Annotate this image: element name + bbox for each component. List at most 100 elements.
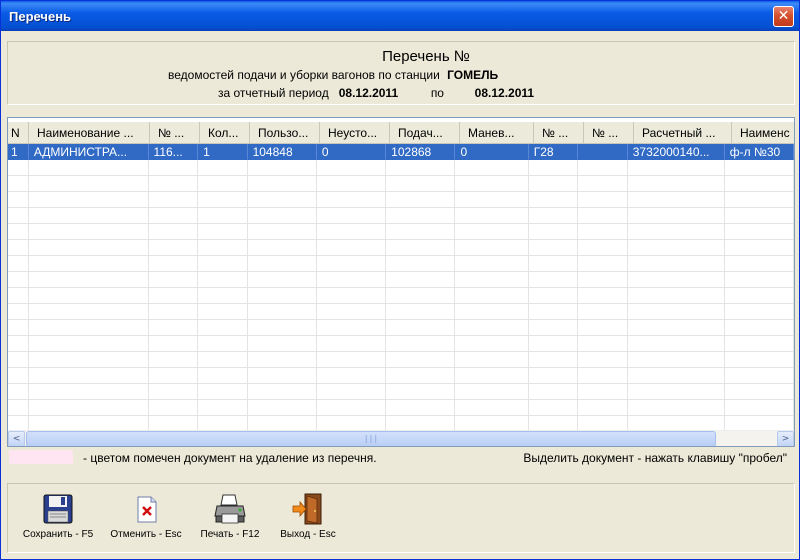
- empty-cell: [198, 304, 248, 320]
- column-header[interactable]: Неусто...: [320, 122, 390, 144]
- empty-cell: [528, 384, 579, 400]
- empty-cell: [627, 352, 725, 368]
- empty-cell: [386, 400, 456, 416]
- deleted-color-swatch: [9, 450, 73, 464]
- save-button[interactable]: Сохранить - F5: [16, 492, 100, 548]
- empty-cell: [198, 160, 248, 176]
- empty-cell: [316, 192, 387, 208]
- empty-cell: [28, 400, 149, 416]
- table-cell: Г28: [528, 144, 579, 160]
- empty-cell: [148, 368, 199, 384]
- empty-cell: [148, 224, 199, 240]
- empty-cell: [528, 368, 579, 384]
- title-bar[interactable]: Перечень ✕: [1, 1, 799, 31]
- empty-row: [8, 352, 794, 368]
- empty-cell: [455, 288, 529, 304]
- scroll-left-button[interactable]: <: [8, 431, 25, 446]
- exit-button[interactable]: Выход - Esc: [270, 492, 346, 548]
- column-header[interactable]: Наименование ...: [29, 122, 150, 144]
- empty-cell: [8, 256, 29, 272]
- empty-cell: [8, 368, 29, 384]
- legend-text: - цветом помечен документ на удаление из…: [83, 451, 377, 465]
- empty-cell: [8, 400, 29, 416]
- empty-cell: [724, 176, 794, 192]
- printer-icon: [214, 494, 246, 524]
- column-header[interactable]: Пользо...: [250, 122, 320, 144]
- empty-cell: [528, 192, 579, 208]
- empty-cell: [724, 304, 794, 320]
- column-header[interactable]: Кол...: [200, 122, 250, 144]
- empty-cell: [8, 304, 29, 320]
- empty-row: [8, 208, 794, 224]
- empty-cell: [316, 256, 387, 272]
- empty-cell: [386, 304, 456, 320]
- empty-row: [8, 224, 794, 240]
- toolbar: Сохранить - F5 Отменить - Esc Печать - F…: [7, 483, 795, 553]
- cancel-button[interactable]: Отменить - Esc: [104, 492, 188, 548]
- selection-hint: Выделить документ - нажать клавишу "проб…: [523, 451, 787, 465]
- print-button[interactable]: Печать - F12: [194, 492, 266, 548]
- horizontal-scrollbar[interactable]: < ||| >: [8, 430, 794, 446]
- empty-cell: [8, 160, 29, 176]
- empty-cell: [28, 384, 149, 400]
- column-header[interactable]: № ...: [150, 122, 200, 144]
- empty-cell: [724, 240, 794, 256]
- empty-row: [8, 176, 794, 192]
- station-name: ГОМЕЛЬ: [447, 68, 499, 82]
- empty-cell: [578, 272, 628, 288]
- column-header[interactable]: № ...: [534, 122, 584, 144]
- empty-cell: [627, 176, 725, 192]
- empty-cell: [316, 336, 387, 352]
- empty-cell: [28, 240, 149, 256]
- column-header[interactable]: № ...: [584, 122, 634, 144]
- empty-cell: [8, 352, 29, 368]
- empty-cell: [148, 304, 199, 320]
- close-button[interactable]: ✕: [773, 6, 794, 27]
- empty-cell: [386, 336, 456, 352]
- empty-cell: [627, 336, 725, 352]
- empty-cell: [198, 352, 248, 368]
- column-header[interactable]: Наименс: [732, 122, 794, 144]
- table-cell: 0: [316, 144, 387, 160]
- documents-grid[interactable]: N Наименование ... № ... Кол... Пользо..…: [7, 117, 795, 447]
- column-header[interactable]: Манев...: [460, 122, 534, 144]
- empty-cell: [316, 224, 387, 240]
- scroll-right-button[interactable]: >: [777, 431, 794, 446]
- empty-cell: [198, 224, 248, 240]
- empty-cell: [386, 352, 456, 368]
- empty-cell: [386, 384, 456, 400]
- empty-cell: [198, 400, 248, 416]
- empty-cell: [316, 304, 387, 320]
- empty-cell: [28, 256, 149, 272]
- empty-cell: [578, 224, 628, 240]
- empty-cell: [528, 352, 579, 368]
- empty-cell: [455, 256, 529, 272]
- empty-cell: [528, 400, 579, 416]
- empty-cell: [247, 160, 317, 176]
- empty-cell: [578, 240, 628, 256]
- empty-row: [8, 368, 794, 384]
- empty-cell: [724, 368, 794, 384]
- grid-body: 1 АДМИНИСТРА... 116... 1 104848 0 102868…: [8, 144, 794, 432]
- empty-cell: [247, 192, 317, 208]
- empty-cell: [8, 208, 29, 224]
- empty-cell: [578, 400, 628, 416]
- column-header[interactable]: Расчетный ...: [634, 122, 732, 144]
- empty-cell: [316, 176, 387, 192]
- empty-cell: [528, 320, 579, 336]
- empty-cell: [578, 208, 628, 224]
- empty-cell: [28, 208, 149, 224]
- empty-cell: [28, 176, 149, 192]
- empty-cell: [316, 400, 387, 416]
- empty-cell: [247, 208, 317, 224]
- table-cell: 0: [455, 144, 529, 160]
- legend-row: - цветом помечен документ на удаление из…: [7, 449, 795, 467]
- cancel-label: Отменить - Esc: [110, 529, 182, 540]
- column-header[interactable]: N: [8, 122, 29, 144]
- scroll-thumb[interactable]: |||: [26, 431, 716, 446]
- empty-cell: [148, 240, 199, 256]
- empty-cell: [386, 160, 456, 176]
- column-header[interactable]: Подач...: [390, 122, 460, 144]
- table-cell: 104848: [247, 144, 317, 160]
- table-row[interactable]: 1 АДМИНИСТРА... 116... 1 104848 0 102868…: [8, 144, 794, 160]
